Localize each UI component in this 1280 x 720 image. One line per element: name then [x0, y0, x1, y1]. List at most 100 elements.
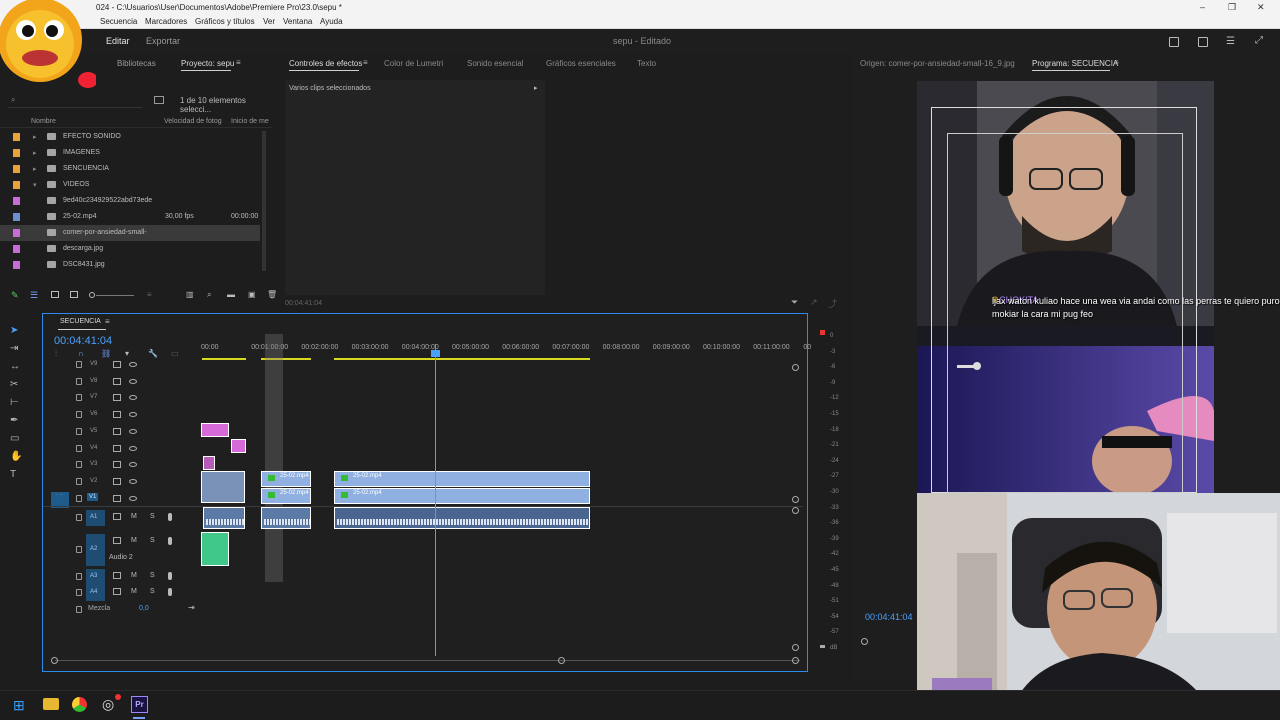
video-track-header[interactable]: V5: [43, 424, 803, 441]
project-item[interactable]: ▸ IMAGENES: [0, 145, 260, 161]
program-timecode[interactable]: 00:04:41:04: [865, 612, 913, 622]
solo-button[interactable]: S: [150, 572, 155, 579]
pencil-icon[interactable]: ✎: [11, 290, 19, 301]
export-frame-icon[interactable]: ⤴: [828, 297, 837, 310]
rectangle-tool-icon[interactable]: ▭: [10, 433, 19, 444]
eye-icon[interactable]: [129, 362, 137, 367]
scroll-handle[interactable]: [792, 496, 799, 503]
zoom-slider-handle[interactable]: [89, 292, 95, 298]
tab-controles-efectos[interactable]: Controles de efectos: [289, 59, 362, 68]
search-input[interactable]: ⌕: [8, 95, 142, 108]
audio-track-header[interactable]: A2 M S Audio 2: [43, 534, 803, 566]
project-scrollbar[interactable]: [262, 131, 266, 271]
project-item[interactable]: DSC8431.jpg: [0, 257, 260, 273]
lock-icon[interactable]: [76, 546, 82, 553]
lock-icon[interactable]: [76, 606, 82, 613]
pen-tool-icon[interactable]: ✒: [10, 415, 18, 426]
menu-icon[interactable]: ☰: [1226, 36, 1235, 47]
mix-value[interactable]: 0,0: [139, 605, 149, 612]
video-track-header[interactable]: V8: [43, 374, 803, 391]
sync-lock-icon[interactable]: [113, 588, 121, 595]
scroll-handle-mid[interactable]: [558, 657, 565, 664]
chrome-icon[interactable]: [72, 697, 87, 712]
automate-icon[interactable]: ▥: [186, 290, 194, 299]
expand-triangle-icon[interactable]: ▸: [33, 133, 37, 141]
workspace-icon[interactable]: [1169, 37, 1179, 47]
mute-button[interactable]: M: [131, 572, 137, 579]
hand-tool-icon[interactable]: ✋: [10, 451, 22, 462]
minimize-button[interactable]: –: [1200, 2, 1205, 12]
sync-lock-icon[interactable]: [113, 411, 121, 419]
eye-icon[interactable]: [129, 478, 137, 484]
sync-lock-icon[interactable]: [113, 494, 121, 502]
clip-v3-image[interactable]: [203, 456, 215, 470]
tab-bibliotecas[interactable]: Bibliotecas: [117, 59, 156, 68]
tab-graficos-esenciales[interactable]: Gráficos esenciales: [546, 59, 616, 68]
mute-button[interactable]: M: [131, 588, 137, 595]
sync-lock-icon[interactable]: [113, 477, 121, 485]
new-bin-icon-2[interactable]: ▬: [227, 290, 235, 299]
lock-icon[interactable]: [76, 589, 82, 596]
clip-a1-audio[interactable]: [334, 507, 590, 529]
sync-lock-icon[interactable]: [113, 361, 121, 368]
project-item[interactable]: descarga.jpg: [0, 241, 260, 257]
tab-program[interactable]: Programa: SECUENCIA: [1032, 59, 1118, 68]
zoom-slider[interactable]: [96, 295, 134, 296]
label-color-swatch[interactable]: [13, 149, 20, 157]
eye-icon[interactable]: [129, 395, 137, 401]
selection-tool-icon[interactable]: ➤: [10, 325, 18, 336]
clip-v1-video[interactable]: 25-02.mp4: [261, 488, 311, 504]
lock-icon[interactable]: [76, 411, 82, 419]
lock-icon[interactable]: [76, 573, 82, 580]
clip-v1-video[interactable]: 25-02.mp4: [334, 488, 590, 504]
list-view-icon[interactable]: ☰: [30, 290, 38, 301]
label-color-swatch[interactable]: [13, 245, 20, 253]
windows-start-icon[interactable]: ⊞: [13, 697, 25, 714]
sync-lock-icon[interactable]: [113, 537, 121, 544]
type-tool-icon[interactable]: T: [10, 469, 16, 480]
eye-icon[interactable]: [129, 495, 137, 501]
tab-texto[interactable]: Texto: [637, 59, 656, 68]
project-item[interactable]: comer-por-ansiedad-small-: [0, 225, 260, 241]
label-color-swatch[interactable]: [13, 197, 20, 205]
project-item[interactable]: ▸ EFECTO SONIDO: [0, 129, 260, 145]
sync-lock-icon[interactable]: [113, 461, 121, 469]
sync-lock-icon[interactable]: [113, 572, 121, 579]
eye-icon[interactable]: [129, 378, 137, 384]
obs-icon[interactable]: ◎: [102, 696, 114, 713]
menu-marcadores[interactable]: Marcadores: [145, 17, 187, 26]
sort-icon[interactable]: ≡: [147, 290, 152, 299]
lock-icon[interactable]: [76, 477, 82, 485]
effects-timecode[interactable]: 00:04:41:04: [285, 300, 322, 307]
clip-a1-audio[interactable]: [203, 507, 245, 529]
program-scrub-handle[interactable]: [861, 638, 868, 645]
clip-a1-audio[interactable]: [261, 507, 311, 529]
share-icon[interactable]: [1198, 37, 1208, 47]
project-item[interactable]: ▸ SENCUENCIA: [0, 161, 260, 177]
horizontal-scrollbar[interactable]: [55, 660, 800, 661]
track-select-tool-icon[interactable]: ⇥: [10, 343, 18, 354]
lock-icon[interactable]: [76, 377, 82, 385]
microphone-icon[interactable]: [168, 537, 172, 545]
sync-lock-icon[interactable]: [113, 394, 121, 402]
playhead-handle[interactable]: [431, 350, 440, 357]
clip-v-stack[interactable]: [201, 471, 245, 503]
scroll-handle[interactable]: [792, 364, 799, 371]
scroll-handle-left[interactable]: [51, 657, 58, 664]
filter-icon[interactable]: ⏷: [791, 297, 798, 308]
microphone-icon[interactable]: [168, 588, 172, 596]
playhead[interactable]: [431, 344, 440, 656]
label-color-swatch[interactable]: [13, 165, 20, 173]
find-icon[interactable]: ⌕: [207, 290, 211, 300]
video-track-header[interactable]: V9: [43, 357, 803, 374]
mute-button[interactable]: M: [131, 537, 137, 544]
clip-v5-image[interactable]: [201, 423, 229, 437]
microphone-icon[interactable]: [168, 572, 172, 580]
menu-secuencia[interactable]: Secuencia: [100, 17, 137, 26]
solo-button[interactable]: S: [150, 513, 155, 520]
lock-icon[interactable]: [76, 427, 82, 435]
new-item-icon[interactable]: ▣: [248, 290, 256, 299]
expand-arrow-icon[interactable]: ▸: [534, 84, 538, 92]
menu-ver[interactable]: Ver: [263, 17, 275, 26]
panel-menu-icon[interactable]: ≡: [236, 58, 241, 67]
